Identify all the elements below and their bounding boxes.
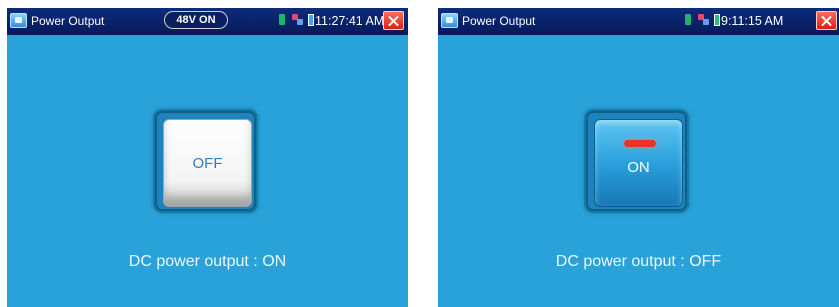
network-icon [698, 14, 709, 25]
network-icon [292, 14, 303, 25]
title-bar: Power Output 48V ON 11:27:41 AM [7, 8, 408, 35]
battery-icon [308, 14, 314, 26]
48v-status-badge: 48V ON [164, 11, 228, 29]
app-title: Power Output [31, 14, 105, 28]
power-output-screen-left: Power Output 48V ON 11:27:41 AM OFF DC p… [7, 8, 408, 307]
sd-card-icon [279, 14, 285, 25]
close-icon[interactable] [816, 11, 837, 30]
title-bar: Power Output 9:11:15 AM [438, 8, 839, 35]
power-switch-frame: OFF [153, 109, 258, 213]
power-switch-frame: ON [584, 109, 689, 213]
app-icon [10, 13, 27, 28]
app-icon [441, 13, 458, 28]
clock: 11:27:41 AM [315, 14, 385, 28]
dc-power-status: DC power output : OFF [555, 253, 722, 270]
app-title: Power Output [462, 14, 536, 28]
power-output-screen-right: Power Output 9:11:15 AM ON DC power outp… [438, 8, 839, 307]
dc-power-status: DC power output : ON [128, 253, 287, 270]
on-indicator-light [624, 140, 656, 147]
clock: 9:11:15 AM [721, 14, 784, 28]
switch-label: OFF [192, 155, 223, 172]
power-toggle-button[interactable]: ON [594, 119, 683, 207]
power-toggle-button[interactable]: OFF [163, 119, 252, 207]
close-icon[interactable] [383, 11, 404, 30]
battery-icon [714, 14, 720, 26]
sd-card-icon [685, 14, 691, 25]
switch-label: ON [627, 159, 650, 176]
